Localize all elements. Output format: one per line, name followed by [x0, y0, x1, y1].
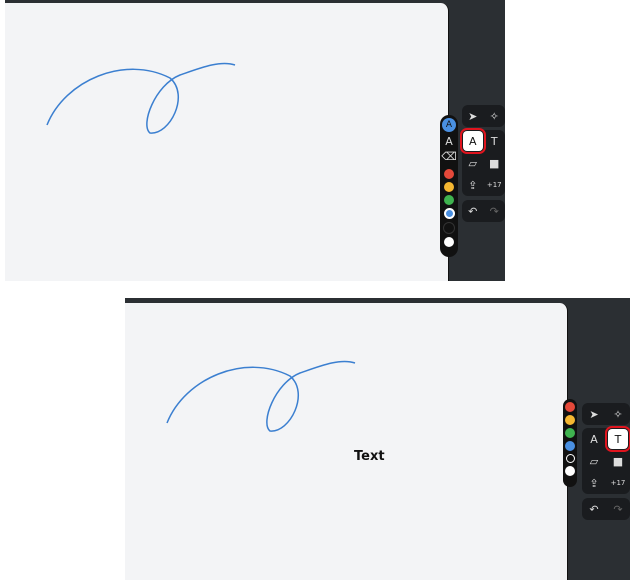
- drawn-stroke: [166, 360, 356, 432]
- history-tools: ↶ ↷: [462, 200, 505, 222]
- pen-mode-active[interactable]: A: [442, 118, 456, 132]
- upload-icon[interactable]: ⇪: [463, 175, 483, 195]
- eraser-icon[interactable]: ⌫: [439, 150, 459, 163]
- color-blue-selected[interactable]: [443, 208, 455, 219]
- color-black[interactable]: [443, 222, 455, 234]
- more-tools-button[interactable]: +17: [484, 175, 504, 195]
- screenshot-text-tool: Text ➤ ✧ AT ▱ ■ ⇪ +17 ↶ ↷: [125, 298, 630, 580]
- color-red[interactable]: [565, 402, 575, 412]
- select-arrow-icon[interactable]: ➤: [463, 106, 483, 126]
- canvas-text[interactable]: Text: [354, 449, 385, 464]
- rectangle-icon[interactable]: ■: [484, 153, 504, 173]
- redo-icon[interactable]: ↷: [608, 499, 628, 519]
- note-icon[interactable]: ▱: [584, 451, 604, 471]
- pencil-icon[interactable]: A: [459, 128, 486, 154]
- rectangle-icon[interactable]: ■: [608, 451, 628, 471]
- color-yellow[interactable]: [444, 182, 454, 192]
- more-tools-button[interactable]: +17: [608, 473, 628, 493]
- main-tools: AT ▱ ■ ⇪ +17: [459, 128, 505, 196]
- color-green[interactable]: [444, 195, 454, 205]
- drawn-stroke: [46, 62, 236, 134]
- screenshot-draw-tool: A A ⌫ ➤ ✧ AT ▱ ■ ⇪ +17 ↶ ↷: [5, 0, 505, 281]
- pencil-icon[interactable]: A: [584, 429, 604, 449]
- laser-icon[interactable]: ✧: [608, 404, 628, 424]
- redo-icon[interactable]: ↷: [484, 201, 504, 221]
- color-white[interactable]: [565, 466, 575, 476]
- top-tools: ➤ ✧: [582, 403, 630, 425]
- color-white[interactable]: [444, 237, 454, 247]
- history-tools: ↶ ↷: [582, 498, 630, 520]
- color-red[interactable]: [444, 169, 454, 179]
- color-yellow[interactable]: [565, 415, 575, 425]
- color-palette: A A ⌫: [440, 115, 458, 257]
- laser-icon[interactable]: ✧: [484, 106, 504, 126]
- undo-icon[interactable]: ↶: [463, 201, 483, 221]
- top-tools: ➤ ✧: [462, 105, 505, 127]
- color-green[interactable]: [565, 428, 575, 438]
- note-icon[interactable]: ▱: [463, 153, 483, 173]
- text-tool[interactable]: T: [484, 131, 504, 151]
- color-black-selected[interactable]: [565, 454, 575, 463]
- color-palette: [563, 399, 577, 487]
- text-tool[interactable]: T: [605, 426, 630, 452]
- color-blue[interactable]: [565, 441, 575, 451]
- pen-icon[interactable]: A: [439, 135, 459, 148]
- undo-icon[interactable]: ↶: [584, 499, 604, 519]
- main-tools: AT ▱ ■ ⇪ +17: [582, 426, 630, 494]
- upload-icon[interactable]: ⇪: [584, 473, 604, 493]
- select-arrow-icon[interactable]: ➤: [584, 404, 604, 424]
